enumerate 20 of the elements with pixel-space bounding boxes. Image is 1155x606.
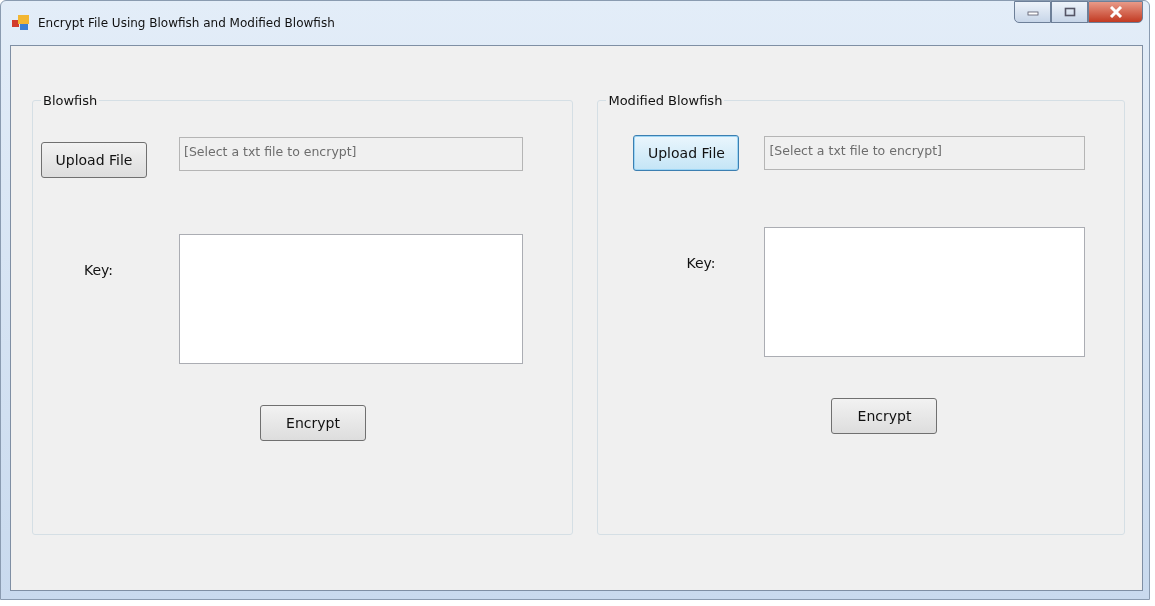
maximize-icon [1063,7,1076,17]
key-input[interactable] [764,227,1086,357]
minimize-button[interactable] [1014,1,1051,23]
encrypt-button[interactable]: Encrypt [260,405,366,441]
encrypt-button[interactable]: Encrypt [831,398,938,434]
app-icon [12,15,30,31]
key-input[interactable] [179,234,523,364]
key-label: Key: [686,255,717,271]
maximize-button[interactable] [1051,1,1088,23]
close-button[interactable] [1088,1,1143,23]
group-title: Blowfish [42,93,99,108]
key-label: Key: [84,262,115,278]
file-path-field[interactable]: [Select a txt file to encrypt] [179,137,523,171]
group-title: Modified Blowfish [607,93,724,108]
minimize-icon [1026,8,1039,16]
upload-file-button[interactable]: Upload File [41,142,147,178]
file-path-field[interactable]: [Select a txt file to encrypt] [764,136,1086,170]
close-icon [1108,6,1123,18]
upload-file-button[interactable]: Upload File [633,135,740,171]
window-title: Encrypt File Using Blowfish and Modified Blowfish [38,16,335,30]
